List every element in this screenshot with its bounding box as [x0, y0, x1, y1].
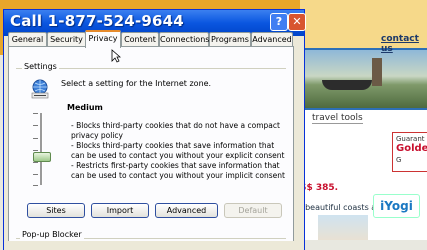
tab-security[interactable]: Security [47, 32, 86, 46]
description-text: , beautiful coasts a [300, 203, 377, 212]
contact-us-link[interactable]: contact us [381, 34, 427, 54]
advanced-button[interactable]: Advanced [155, 203, 218, 218]
privacy-slider-track[interactable] [40, 113, 43, 185]
tab-general[interactable]: General [8, 32, 47, 46]
guarantee-brand: Golde [396, 143, 427, 154]
tab-advanced[interactable]: Advanced [251, 32, 293, 46]
travel-tools-heading[interactable]: travel tools [312, 113, 363, 124]
slider-tick [33, 185, 38, 186]
tab-programs[interactable]: Programs [209, 32, 251, 46]
guarantee-badge[interactable]: Guarant Golde G [392, 132, 427, 172]
slider-tick [33, 150, 38, 151]
boat-shape [322, 80, 372, 90]
tab-content[interactable]: Content [121, 32, 159, 46]
close-button[interactable]: ✕ [288, 13, 306, 31]
popup-blocker-label: Pop-up Blocker [20, 230, 84, 239]
tab-privacy[interactable]: Privacy [85, 30, 121, 48]
slider-tick [33, 162, 38, 163]
slider-tick [33, 113, 38, 114]
description-line: - Restricts first-party cookies that sav… [71, 161, 285, 180]
tower-shape [372, 58, 382, 86]
default-button: Default [224, 203, 282, 218]
privacy-level-description: - Blocks third-party cookies that do not… [71, 121, 286, 181]
settings-group-label: Settings [22, 62, 59, 71]
description-line: - Blocks third-party cookies that do not… [71, 121, 280, 140]
internet-zone-icon [31, 79, 49, 99]
import-button[interactable]: Import [91, 203, 149, 218]
price-text: S$ 385. [300, 183, 339, 193]
guarantee-more: G [396, 156, 402, 164]
mouse-cursor-icon [111, 49, 121, 63]
help-button[interactable]: ? [270, 13, 288, 31]
zone-instruction: Select a setting for the Internet zone. [61, 79, 212, 88]
tab-connections[interactable]: Connections [159, 32, 209, 46]
destination-thumbnail[interactable] [318, 215, 368, 240]
hero-photo [302, 50, 427, 108]
slider-tick [33, 125, 38, 126]
privacy-slider-thumb[interactable] [33, 152, 51, 162]
iyogi-watermark: iYogi [373, 194, 420, 218]
sites-button[interactable]: Sites [27, 203, 85, 218]
description-line: - Blocks third-party cookies that save i… [71, 141, 285, 160]
guarantee-text: Guarant [396, 135, 425, 143]
dialog-title: Call 1-877-524-9644 [10, 12, 184, 30]
slider-tick [33, 138, 38, 139]
privacy-level-name: Medium [67, 103, 103, 112]
slider-tick [33, 174, 38, 175]
